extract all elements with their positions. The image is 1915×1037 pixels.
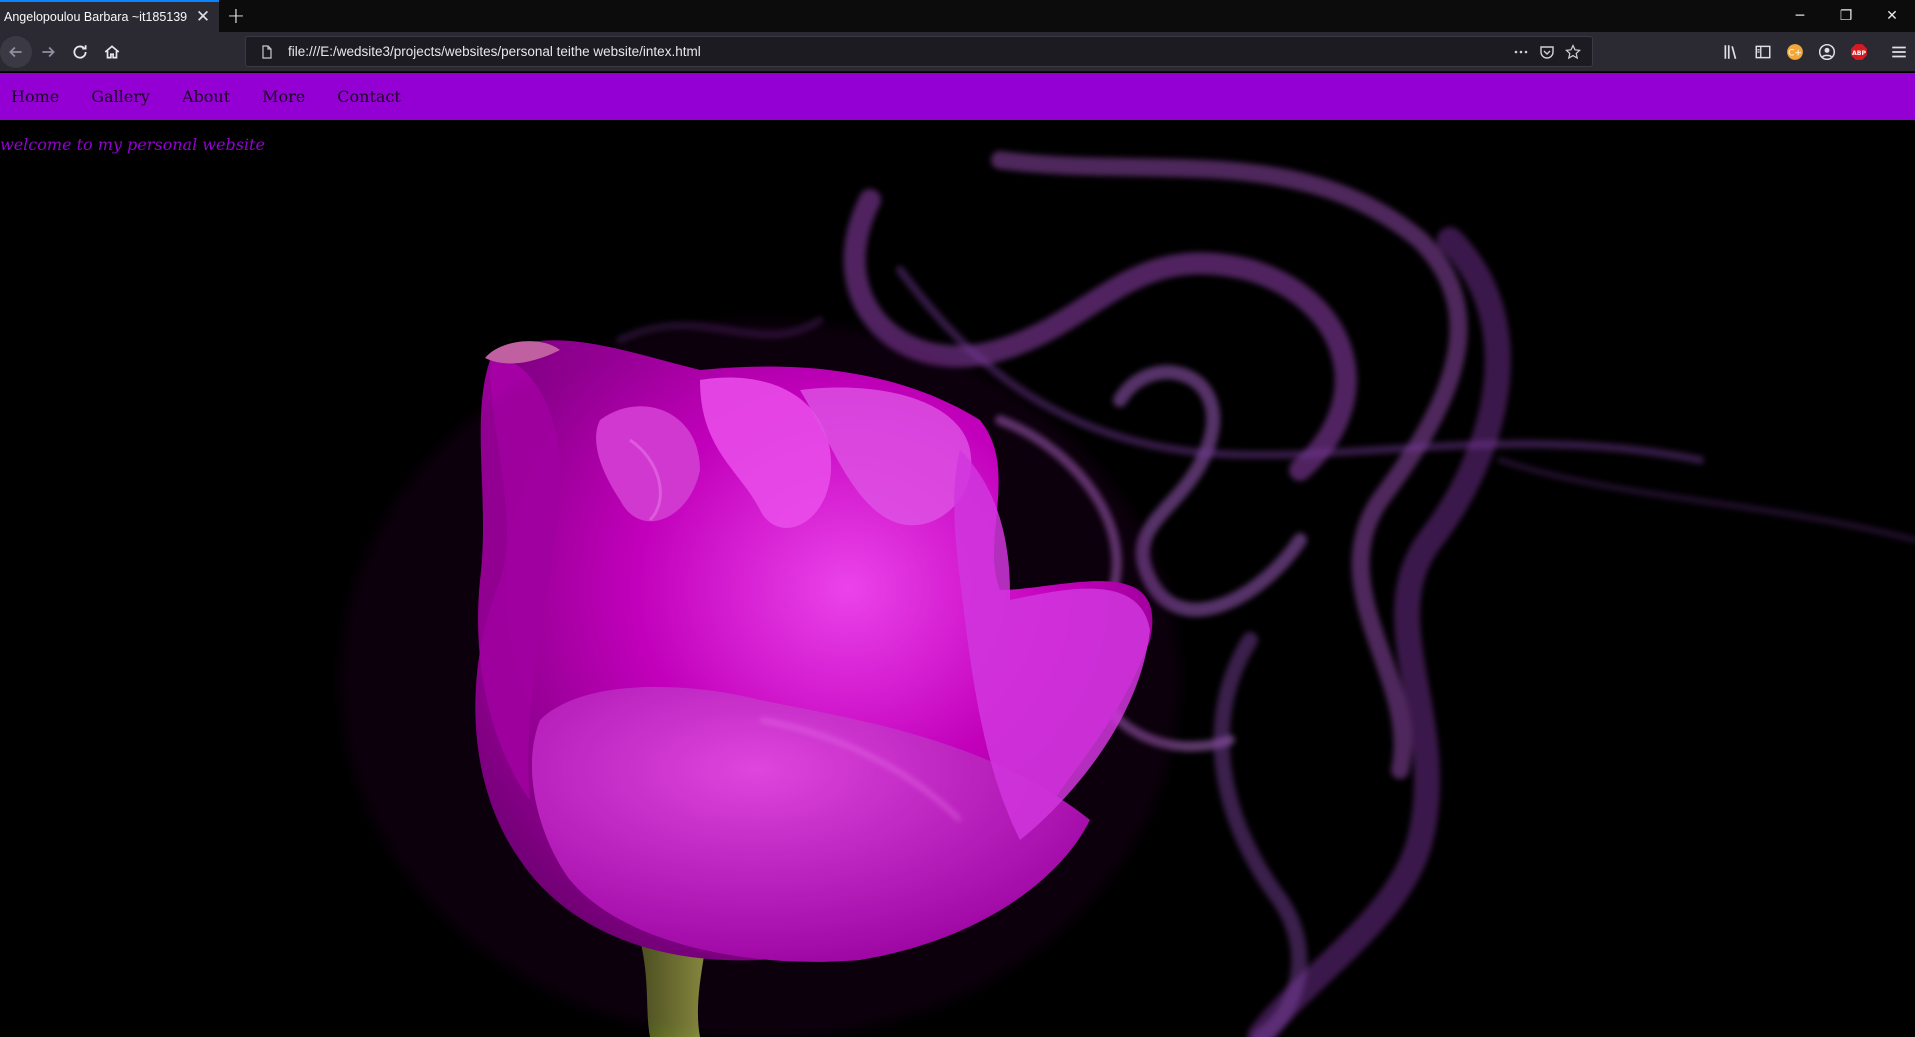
url-text[interactable]: file:///E:/wedsite3/projects/websites/pe… [280, 44, 1508, 59]
back-arrow-icon [9, 46, 22, 57]
welcome-text: welcome to my personal website [0, 135, 265, 154]
nav-link-gallery[interactable]: Gallery [80, 87, 166, 106]
forward-button[interactable] [32, 36, 64, 68]
page-viewport: Home Gallery About More Contact welcome … [0, 73, 1915, 1037]
nav-link-about[interactable]: About [171, 87, 246, 106]
library-icon[interactable] [1715, 36, 1747, 68]
tab-bar: Angelopoulou Barbara ~it185139 ✕ + ─ ❐ ✕ [0, 0, 1915, 32]
home-button[interactable] [96, 36, 128, 68]
close-tab-icon[interactable]: ✕ [193, 7, 213, 27]
tab-title: Angelopoulou Barbara ~it185139 [4, 10, 188, 24]
pocket-icon[interactable] [1534, 39, 1560, 65]
browser-tab[interactable]: Angelopoulou Barbara ~it185139 ✕ [0, 0, 219, 32]
minimize-button[interactable]: ─ [1777, 0, 1823, 32]
file-page-icon [254, 39, 280, 65]
close-window-button[interactable]: ✕ [1869, 0, 1915, 32]
address-bar[interactable]: file:///E:/wedsite3/projects/websites/pe… [245, 36, 1593, 67]
toolbar-extensions: C+ ABP [1715, 36, 1915, 68]
honey-extension-icon[interactable]: C+ [1779, 36, 1811, 68]
nav-link-more[interactable]: More [251, 87, 321, 106]
svg-text:ABP: ABP [1852, 50, 1866, 57]
navigation-toolbar: file:///E:/wedsite3/projects/websites/pe… [0, 32, 1915, 72]
svg-text:C+: C+ [1788, 48, 1802, 58]
page-actions-icon[interactable] [1508, 39, 1534, 65]
reload-icon [73, 44, 87, 59]
nav-link-home[interactable]: Home [0, 87, 75, 106]
forward-arrow-icon [42, 46, 55, 57]
account-icon[interactable] [1811, 36, 1843, 68]
home-icon [104, 44, 120, 58]
reload-button[interactable] [64, 36, 96, 68]
new-tab-button[interactable]: + [219, 0, 253, 32]
tab-strip-space [253, 0, 1777, 32]
adblock-plus-icon[interactable]: ABP [1843, 36, 1875, 68]
restore-button[interactable]: ❐ [1823, 0, 1869, 32]
site-navigation: Home Gallery About More Contact [0, 73, 1915, 120]
sidebar-icon[interactable] [1747, 36, 1779, 68]
rose-smoke-background-image [340, 151, 1915, 1037]
nav-link-contact[interactable]: Contact [326, 87, 417, 106]
menu-icon[interactable] [1883, 36, 1915, 68]
back-button[interactable] [0, 35, 32, 68]
bookmark-star-icon[interactable] [1560, 39, 1586, 65]
